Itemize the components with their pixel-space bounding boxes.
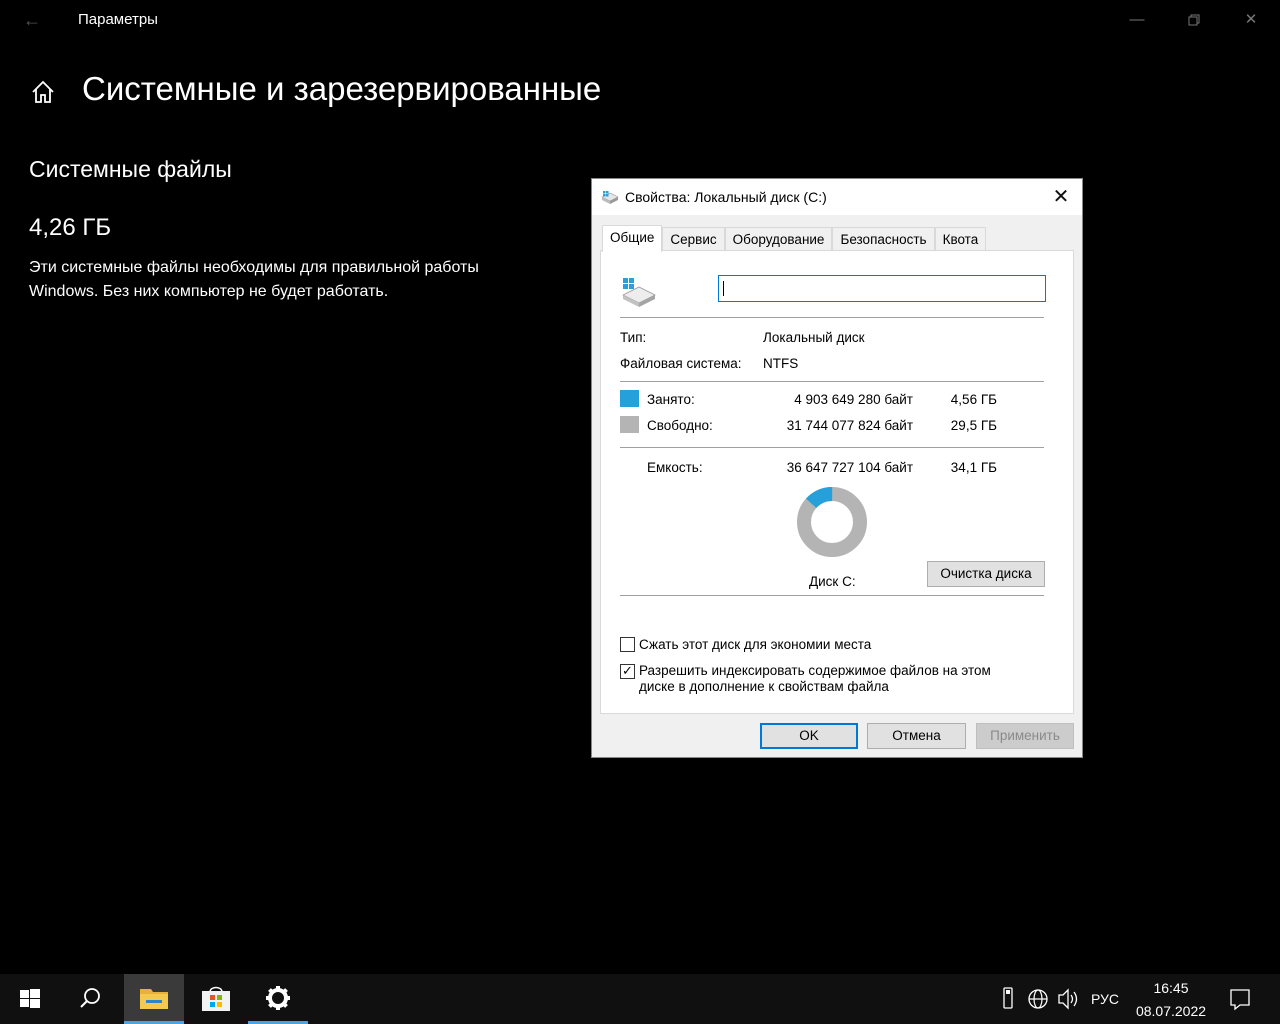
divider xyxy=(620,317,1044,318)
apply-button[interactable]: Применить xyxy=(976,723,1074,749)
minimize-icon: — xyxy=(1129,11,1145,28)
usb-icon[interactable] xyxy=(998,974,1018,1024)
capacity-gb: 34,1 ГБ xyxy=(950,460,997,475)
index-check-mark: ✓ xyxy=(622,663,633,678)
index-label-line2: диске в дополнение к свойствам файла xyxy=(639,679,889,694)
maximize-button[interactable] xyxy=(1174,6,1214,34)
close-icon: ✕ xyxy=(1052,186,1070,208)
divider xyxy=(620,381,1044,382)
drive-label-input[interactable] xyxy=(718,275,1046,302)
disk-usage-donut xyxy=(797,487,867,557)
filesystem-label: Файловая система: xyxy=(620,356,742,371)
clock-time[interactable]: 16:45 xyxy=(1136,980,1206,996)
arrow-left-icon: ← xyxy=(23,10,41,30)
volume-icon[interactable] xyxy=(1056,974,1080,1024)
tab-strip: Общие Сервис Оборудование Безопасность К… xyxy=(602,225,987,252)
capacity-label: Емкость: xyxy=(647,460,703,475)
back-button[interactable]: ← xyxy=(18,8,46,32)
store-button[interactable] xyxy=(186,974,246,1024)
search-icon xyxy=(80,988,100,1008)
restore-icon xyxy=(1188,14,1200,26)
minimize-button[interactable]: — xyxy=(1117,6,1157,34)
type-value: Локальный диск xyxy=(763,330,865,345)
page-title: Системные и зарезервированные xyxy=(82,70,602,107)
home-icon[interactable] xyxy=(29,78,57,106)
system-files-description: Эти системные файлы необходимы для прави… xyxy=(29,259,479,300)
tab-security[interactable]: Безопасность xyxy=(832,227,935,251)
disk-properties-dialog: Свойства: Локальный диск (C:) ✕ Общие Се… xyxy=(591,178,1083,758)
section-title: Системные файлы xyxy=(29,156,232,182)
ok-button[interactable]: OK xyxy=(760,723,858,749)
used-gb: 4,56 ГБ xyxy=(950,392,997,407)
disk-label: Диск C: xyxy=(809,574,856,589)
language-indicator[interactable]: РУС xyxy=(1091,974,1119,1024)
taskbar: РУС 16:45 08.07.2022 xyxy=(0,974,1280,1024)
settings-icon xyxy=(266,986,290,1010)
dialog-close-button[interactable]: ✕ xyxy=(1048,184,1074,210)
divider xyxy=(620,595,1044,596)
close-window-button[interactable]: ✕ xyxy=(1231,6,1271,34)
large-drive-icon xyxy=(622,278,656,307)
start-button[interactable] xyxy=(0,974,60,1024)
free-gb: 29,5 ГБ xyxy=(950,418,997,433)
type-label: Тип: xyxy=(620,330,647,345)
tab-quota[interactable]: Квота xyxy=(934,227,987,251)
file-explorer-button[interactable] xyxy=(124,974,184,1024)
search-button[interactable] xyxy=(60,974,120,1024)
capacity-bytes: 36 647 727 104 байт xyxy=(786,460,913,475)
index-label-line1: Разрешить индексировать содержимое файло… xyxy=(639,663,991,678)
text-caret xyxy=(723,281,724,296)
file-explorer-icon xyxy=(140,989,168,1009)
system-files-size: 4,26 ГБ xyxy=(29,214,112,241)
drive-icon xyxy=(601,191,619,204)
app-title: Параметры xyxy=(78,11,158,28)
close-icon: ✕ xyxy=(1244,11,1258,28)
clock-date[interactable]: 08.07.2022 xyxy=(1133,1003,1209,1019)
compress-label: Сжать этот диск для экономии места xyxy=(639,637,872,652)
free-label: Свободно: xyxy=(647,418,713,433)
divider xyxy=(620,447,1044,448)
used-bytes: 4 903 649 280 байт xyxy=(794,392,913,407)
start-icon xyxy=(20,989,40,1008)
dialog-titlebar[interactable]: Свойства: Локальный диск (C:) ✕ xyxy=(592,179,1082,215)
tab-tools[interactable]: Сервис xyxy=(662,227,725,251)
tab-general[interactable]: Общие xyxy=(602,225,663,252)
tab-hardware[interactable]: Оборудование xyxy=(724,227,833,251)
cancel-button[interactable]: Отмена xyxy=(867,723,966,749)
free-bytes: 31 744 077 824 байт xyxy=(786,418,913,433)
disk-cleanup-button[interactable]: Очистка диска xyxy=(927,561,1045,587)
general-tab-panel: Тип: Локальный диск Файловая система: NT… xyxy=(600,250,1074,714)
store-icon xyxy=(202,986,230,1011)
notifications-icon[interactable] xyxy=(1228,974,1252,1024)
dialog-title: Свойства: Локальный диск (C:) xyxy=(625,189,827,205)
free-color-swatch xyxy=(620,416,639,433)
used-color-swatch xyxy=(620,390,639,407)
filesystem-value: NTFS xyxy=(763,356,799,371)
settings-button[interactable] xyxy=(248,974,308,1024)
index-checkbox[interactable]: ✓ xyxy=(620,663,635,679)
compress-checkbox[interactable] xyxy=(620,637,635,652)
network-icon[interactable] xyxy=(1026,974,1050,1024)
used-label: Занято: xyxy=(647,392,695,407)
